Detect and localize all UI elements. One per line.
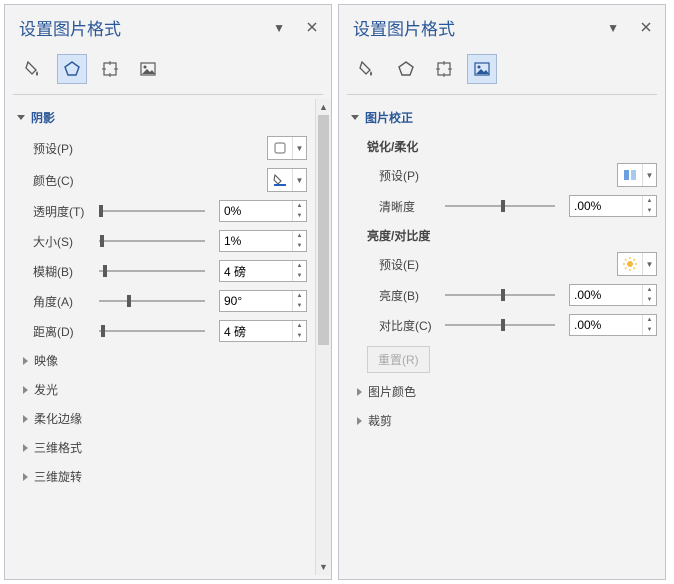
reflection-section-header[interactable]: 映像	[23, 346, 311, 375]
glow-section-header[interactable]: 发光	[23, 375, 311, 404]
vertical-scrollbar[interactable]: ▲ ▼	[315, 99, 331, 575]
picture-content: 图片校正 锐化/柔化 预设(P) ▼ 清晰度	[339, 99, 665, 575]
fill-line-tab[interactable]	[19, 54, 49, 84]
preset-grid-icon	[618, 164, 642, 186]
caret-closed-icon	[23, 357, 28, 365]
spin-up[interactable]: ▲	[293, 201, 306, 211]
distance-input[interactable]: ▲▼	[219, 320, 307, 342]
sun-icon	[618, 253, 642, 275]
blur-input[interactable]: ▲▼	[219, 260, 307, 282]
brightness-preset-dropdown[interactable]: ▼	[617, 252, 657, 276]
panel-controls: ▼	[273, 21, 317, 35]
caret-closed-icon	[23, 473, 28, 481]
scroll-down-button[interactable]: ▼	[316, 559, 331, 575]
panel-controls: ▼	[607, 21, 651, 35]
blur-slider[interactable]	[99, 263, 211, 279]
caret-closed-icon	[23, 444, 28, 452]
size-input[interactable]: ▲▼	[219, 230, 307, 252]
clarity-slider[interactable]	[445, 198, 561, 214]
brightness-input[interactable]: ▲▼	[569, 284, 657, 306]
preset-label: 预设(E)	[379, 256, 437, 273]
transparency-input[interactable]: ▲▼	[219, 200, 307, 222]
brightness-slider[interactable]	[445, 287, 561, 303]
section-label: 阴影	[31, 109, 55, 126]
sharpen-soften-subhead: 锐化/柔化	[351, 132, 661, 159]
clarity-label: 清晰度	[379, 198, 437, 215]
panel-title: 设置图片格式	[353, 15, 455, 40]
angle-slider[interactable]	[99, 293, 211, 309]
picture-color-section-header[interactable]: 图片颜色	[357, 377, 661, 406]
format-picture-panel-picture: 设置图片格式 ▼ 图片校正 锐化/柔化	[338, 4, 666, 580]
size-slider[interactable]	[99, 233, 211, 249]
reset-button[interactable]: 重置(R)	[367, 346, 430, 373]
panel-header: 设置图片格式 ▼	[5, 9, 331, 46]
preset-label: 预设(P)	[33, 140, 91, 157]
angle-label: 角度(A)	[33, 293, 91, 310]
chevron-down-icon: ▼	[642, 253, 656, 275]
chevron-down-icon: ▼	[292, 137, 306, 159]
category-toolbar	[5, 46, 331, 94]
shadow-section-header[interactable]: 阴影	[17, 103, 311, 132]
caret-closed-icon	[23, 386, 28, 394]
chevron-down-icon: ▼	[292, 169, 306, 191]
shadow-color-dropdown[interactable]: ▼	[267, 168, 307, 192]
square-icon	[268, 137, 292, 159]
scroll-up-button[interactable]: ▲	[316, 99, 331, 115]
distance-slider[interactable]	[99, 323, 211, 339]
category-toolbar	[339, 46, 665, 94]
chevron-down-icon: ▼	[642, 164, 656, 186]
soft-edges-section-header[interactable]: 柔化边缘	[23, 404, 311, 433]
brightness-label: 亮度(B)	[379, 287, 437, 304]
transparency-label: 透明度(T)	[33, 203, 91, 220]
panel-close-button[interactable]	[307, 21, 317, 35]
3d-rotation-section-header[interactable]: 三维旋转	[23, 462, 311, 491]
preset-label: 预设(P)	[379, 167, 437, 184]
panel-close-button[interactable]	[641, 21, 651, 35]
panel-title: 设置图片格式	[19, 15, 121, 40]
contrast-input[interactable]: ▲▼	[569, 314, 657, 336]
panel-header: 设置图片格式 ▼	[339, 9, 665, 46]
transparency-slider[interactable]	[99, 203, 211, 219]
picture-tab[interactable]	[133, 54, 163, 84]
effects-tab[interactable]	[57, 54, 87, 84]
size-label: 大小(S)	[33, 233, 91, 250]
caret-closed-icon	[357, 417, 362, 425]
size-properties-tab[interactable]	[95, 54, 125, 84]
color-label: 颜色(C)	[33, 172, 91, 189]
blur-label: 模糊(B)	[33, 263, 91, 280]
scroll-thumb[interactable]	[318, 115, 329, 345]
shadow-preset-dropdown[interactable]: ▼	[267, 136, 307, 160]
caret-open-icon	[17, 115, 25, 120]
caret-closed-icon	[23, 415, 28, 423]
caret-closed-icon	[357, 388, 362, 396]
brightness-contrast-subhead: 亮度/对比度	[351, 221, 661, 248]
caret-open-icon	[351, 115, 359, 120]
fill-line-tab[interactable]	[353, 54, 383, 84]
picture-tab[interactable]	[467, 54, 497, 84]
spin-down[interactable]: ▼	[293, 211, 306, 221]
angle-input[interactable]: ▲▼	[219, 290, 307, 312]
sharpen-preset-dropdown[interactable]: ▼	[617, 163, 657, 187]
contrast-label: 对比度(C)	[379, 317, 437, 334]
distance-label: 距离(D)	[33, 323, 91, 340]
crop-section-header[interactable]: 裁剪	[357, 406, 661, 435]
effects-tab[interactable]	[391, 54, 421, 84]
panel-menu-button[interactable]: ▼	[273, 21, 285, 35]
clarity-input[interactable]: ▲▼	[569, 195, 657, 217]
size-properties-tab[interactable]	[429, 54, 459, 84]
format-picture-panel-effects: 设置图片格式 ▼ 阴影 预设(P)	[4, 4, 332, 580]
panel-menu-button[interactable]: ▼	[607, 21, 619, 35]
contrast-slider[interactable]	[445, 317, 561, 333]
effects-content: 阴影 预设(P) ▼ 颜色(C)	[5, 99, 315, 575]
correction-section-header[interactable]: 图片校正	[351, 103, 661, 132]
color-bucket-icon	[268, 169, 292, 191]
3d-format-section-header[interactable]: 三维格式	[23, 433, 311, 462]
